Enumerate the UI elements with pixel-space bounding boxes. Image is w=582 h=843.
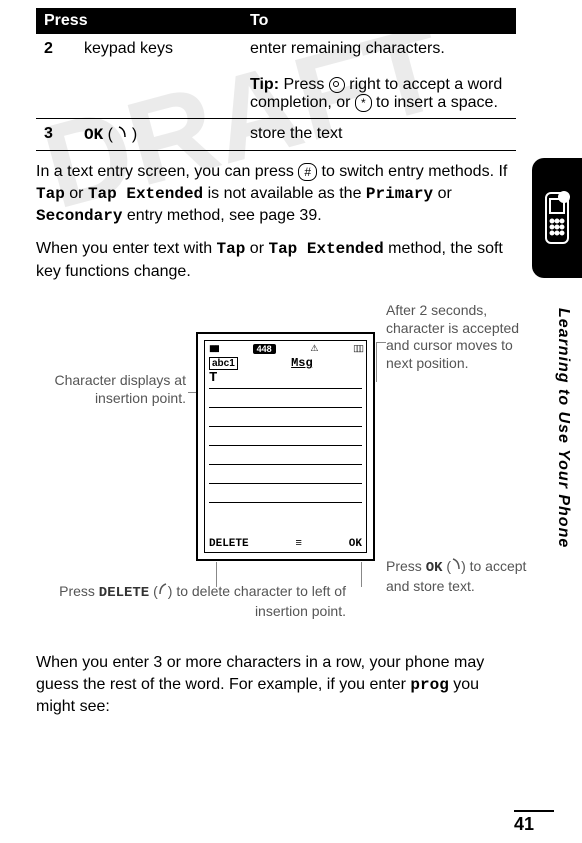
leader-line xyxy=(376,342,386,343)
softkey-row: DELETE OK xyxy=(209,538,362,550)
tap-bold: Tap xyxy=(36,185,65,203)
to-cell: enter remaining characters. Tip: Press r… xyxy=(242,34,516,119)
text: or xyxy=(65,185,88,202)
paren-close: ) xyxy=(132,126,137,143)
text-line-first: T xyxy=(209,370,362,389)
tip-text: Press xyxy=(279,76,329,93)
text-line xyxy=(209,389,362,408)
text: In a text entry screen, you can press xyxy=(36,163,298,180)
secondary-bold: Secondary xyxy=(36,207,122,225)
softkey-ok: OK xyxy=(349,538,362,550)
page-number: 41 xyxy=(514,810,554,835)
text: entry method, see page 39. xyxy=(122,207,321,224)
text-line xyxy=(209,446,362,465)
tapext-bold: Tap Extended xyxy=(88,185,203,203)
text: or xyxy=(433,185,452,202)
signal-icon xyxy=(209,343,218,354)
mode-row: abc1 Msg xyxy=(205,356,366,370)
step-number: 3 xyxy=(44,125,53,142)
phone-screen: 448 ⚠ abc1 Msg T xyxy=(196,332,375,561)
text-line xyxy=(209,465,362,484)
text: Press xyxy=(386,558,426,574)
primary-bold: Primary xyxy=(366,185,433,203)
prog-bold: prog xyxy=(410,676,448,694)
to-text: enter remaining characters. xyxy=(250,40,445,57)
text: Press xyxy=(59,583,99,599)
hash-key-icon: # xyxy=(298,163,317,181)
menu-icon xyxy=(295,538,302,550)
table-header-row: Press To xyxy=(36,8,516,34)
text: ) to delete character to left of inserti… xyxy=(168,583,346,619)
instruction-table: Press To 2 keypad keys enter remaining c… xyxy=(36,8,516,151)
leader-line xyxy=(376,342,377,382)
col-press: Press xyxy=(36,8,242,34)
star-key-icon: * xyxy=(355,94,372,112)
callout-delete: Press DELETE ( ) to delete character to l… xyxy=(26,582,346,620)
text-line xyxy=(209,427,362,446)
paragraph-1: In a text entry screen, you can press # … xyxy=(36,161,516,228)
left-softkey-icon xyxy=(158,582,168,596)
status-448: 448 xyxy=(253,344,276,354)
paragraph-2: When you enter text with Tap or Tap Exte… xyxy=(36,238,516,282)
tip-text3: to insert a space. xyxy=(372,94,498,111)
text-line xyxy=(209,484,362,503)
text-line xyxy=(209,408,362,427)
input-mode: abc1 xyxy=(209,357,238,370)
delete-bold: DELETE xyxy=(99,585,149,601)
tapext-bold: Tap Extended xyxy=(268,240,383,258)
callout-char-displays: Character displays at insertion point. xyxy=(36,372,186,407)
ok-bold: OK xyxy=(426,560,443,576)
status-bar: 448 ⚠ xyxy=(205,341,366,356)
text-entry-area: T xyxy=(205,370,366,503)
table-row: 2 keypad keys enter remaining characters… xyxy=(36,34,516,119)
text: or xyxy=(245,240,268,257)
screen-title: Msg xyxy=(242,356,362,370)
press-cell: OK ( ) xyxy=(76,119,242,151)
step-number: 2 xyxy=(44,40,53,57)
text: ( xyxy=(443,558,452,574)
nav-key-icon xyxy=(329,77,345,93)
col-to: To xyxy=(242,8,516,34)
text: When you enter text with xyxy=(36,240,217,257)
callout-after-2s: After 2 seconds, character is accepted a… xyxy=(386,302,536,372)
press-cell: keypad keys xyxy=(76,34,242,119)
callout-ok: Press OK () to accept and store text. xyxy=(386,557,536,595)
right-softkey-icon xyxy=(451,557,461,571)
tap-bold: Tap xyxy=(217,240,246,258)
to-cell: store the text xyxy=(242,119,516,151)
tip-label: Tip: xyxy=(250,76,279,93)
text: ( xyxy=(149,583,158,599)
phone-illustration: Character displays at insertion point. A… xyxy=(36,302,516,642)
softkey-delete: DELETE xyxy=(209,538,249,550)
paragraph-3: When you enter 3 or more characters in a… xyxy=(36,652,516,718)
leader-line xyxy=(361,562,362,587)
ok-label: OK xyxy=(84,126,103,144)
alert-icon: ⚠ xyxy=(310,343,318,354)
battery-icon xyxy=(353,343,362,354)
table-row: 3 OK ( ) store the text xyxy=(36,119,516,151)
text: to switch entry methods. If xyxy=(317,163,507,180)
text: is not available as the xyxy=(203,185,366,202)
right-softkey-icon xyxy=(113,126,132,143)
